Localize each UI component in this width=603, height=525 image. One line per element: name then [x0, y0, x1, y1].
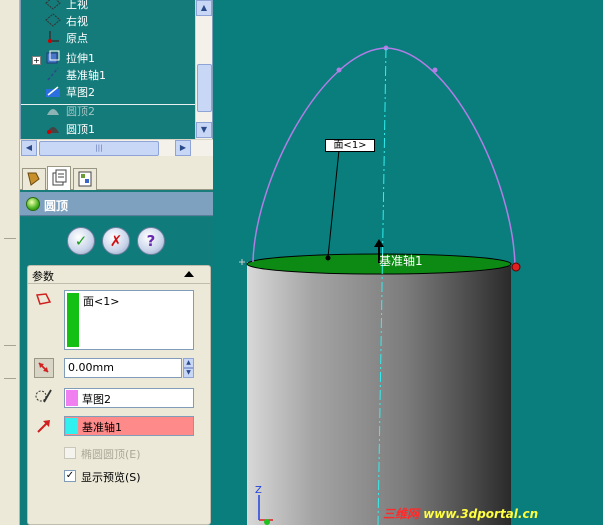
triad-y-axis	[264, 519, 270, 525]
graphics-viewport[interactable]: 面<1> 基准轴1 Z 三维网 www.3dportal.cn	[213, 0, 603, 525]
property-manager-body: ✓ ✗ ? 参数 面<1> 0.00mm ▲ ▼ 草图2 基准轴1 椭圆圆顶(E…	[20, 217, 213, 525]
constraint-point-value: 草图2	[82, 393, 111, 406]
face-callout[interactable]: 面<1>	[325, 139, 375, 152]
group-title: 参数	[32, 270, 54, 283]
axis-icon	[47, 67, 59, 81]
tree-item-top-plane[interactable]: 上视	[21, 0, 195, 12]
plane-icon	[45, 13, 61, 27]
panel-divider[interactable]	[20, 156, 213, 166]
watermark-site-name: 三维网	[383, 507, 420, 521]
tree-item-label: 拉伸1	[66, 52, 95, 65]
scroll-thumb[interactable]: |||	[39, 141, 159, 156]
scroll-left-button[interactable]: ◀	[21, 140, 37, 156]
tree-item-dome2[interactable]: 圆顶2	[21, 102, 195, 119]
configuration-icon	[78, 171, 92, 187]
strip-separator	[4, 238, 16, 239]
scroll-down-button[interactable]: ▼	[196, 122, 212, 138]
left-toolbar-strip	[0, 0, 20, 525]
feature-tree-icon	[27, 172, 40, 186]
tree-item-dome1[interactable]: 圆顶1	[21, 120, 195, 137]
reverse-direction-icon	[38, 362, 49, 373]
collapse-arrow-icon[interactable]	[184, 271, 194, 277]
property-manager-title: 圆顶	[44, 199, 69, 213]
tree-item-label: 圆顶2	[66, 105, 95, 118]
preview-point	[432, 67, 438, 73]
tab-property-manager[interactable]	[47, 166, 71, 190]
face-selection-box[interactable]: 面<1>	[64, 290, 194, 350]
direction-field[interactable]: 基准轴1	[64, 416, 194, 436]
cancel-button[interactable]: ✗	[102, 227, 130, 255]
left-panel: 上视 右视 原点 + 拉伸1 基准轴1 草图2 圆顶2 圆顶1 ▲ ▼ ◀ ||…	[20, 0, 213, 525]
manager-tabs	[20, 166, 213, 190]
tree-item-origin[interactable]: 原点	[21, 29, 195, 46]
property-icon	[52, 169, 67, 186]
tab-feature-manager[interactable]	[22, 168, 46, 190]
tree-item-label: 草图2	[66, 86, 95, 99]
selection-color-bar	[67, 293, 79, 347]
endpoint-marker	[511, 262, 521, 272]
axis-color-swatch	[66, 418, 78, 434]
parameters-group: 参数 面<1> 0.00mm ▲ ▼ 草图2 基准轴1 椭圆圆顶(E) ✓ 显示…	[27, 265, 211, 525]
tree-item-label: 圆顶1	[66, 123, 95, 136]
callout-leader	[327, 149, 340, 258]
checkbox-box[interactable]: ✓	[64, 470, 76, 482]
ok-button[interactable]: ✓	[67, 227, 95, 255]
tree-item-sketch2[interactable]: 草图2	[21, 83, 195, 100]
distance-spinner[interactable]: ▲ ▼	[183, 358, 194, 378]
watermark: 三维网 www.3dportal.cn	[383, 505, 538, 522]
group-header[interactable]: 参数	[28, 266, 210, 284]
tree-item-extrude1[interactable]: 拉伸1	[21, 49, 195, 66]
checkbox-box[interactable]	[64, 447, 76, 459]
strip-separator	[4, 378, 16, 379]
sketch-color-swatch	[66, 390, 78, 406]
tree-item-label: 右视	[66, 15, 88, 28]
property-manager-header: 圆顶	[20, 192, 213, 216]
dome-feature-icon	[26, 197, 40, 211]
face-icon	[35, 293, 52, 305]
scroll-thumb[interactable]	[197, 64, 212, 112]
dome-icon	[47, 109, 59, 115]
tree-item-axis1[interactable]: 基准轴1	[21, 66, 195, 83]
preview-point	[336, 67, 342, 73]
tab-configuration-manager[interactable]	[73, 168, 97, 190]
help-button[interactable]: ?	[137, 227, 165, 255]
reverse-direction-button[interactable]	[34, 358, 54, 378]
plane-icon	[45, 0, 61, 10]
spin-up-button[interactable]: ▲	[183, 358, 194, 368]
constraint-point-icon	[35, 389, 52, 403]
origin-icon	[48, 31, 59, 43]
dome-icon	[47, 127, 59, 134]
tree-item-label: 基准轴1	[66, 69, 106, 82]
triad-z-label: Z	[255, 485, 262, 496]
strip-separator	[4, 345, 16, 346]
sketch-icon	[46, 86, 60, 97]
scroll-up-button[interactable]: ▲	[196, 0, 212, 16]
datum-axis-label: 基准轴1	[379, 254, 423, 268]
selected-face-item[interactable]: 面<1>	[83, 293, 119, 309]
callout-anchor	[325, 255, 331, 261]
show-preview-label: 显示预览(S)	[81, 471, 141, 484]
tree-item-right-plane[interactable]: 右视	[21, 12, 195, 29]
feature-tree: 上视 右视 原点 + 拉伸1 基准轴1 草图2 圆顶2 圆顶1 ▲ ▼	[20, 0, 213, 140]
watermark-url: www.3dportal.cn	[423, 507, 539, 521]
spin-down-button[interactable]: ▼	[183, 368, 194, 378]
direction-arrow-icon	[37, 420, 50, 433]
constraint-point-field[interactable]: 草图2	[64, 388, 194, 408]
elliptical-dome-label: 椭圆圆顶(E)	[81, 448, 141, 461]
tree-item-label: 原点	[66, 32, 88, 45]
tree-horizontal-scrollbar[interactable]: ◀ ||| ▶	[20, 139, 213, 156]
tree-vertical-scrollbar[interactable]: ▲ ▼	[195, 0, 212, 139]
direction-value: 基准轴1	[82, 421, 122, 434]
scroll-right-button[interactable]: ▶	[175, 140, 191, 156]
extrude-icon	[46, 50, 60, 64]
distance-input[interactable]: 0.00mm	[64, 358, 182, 378]
tree-item-label: 上视	[66, 0, 88, 11]
direction-arrow-head	[374, 239, 384, 247]
